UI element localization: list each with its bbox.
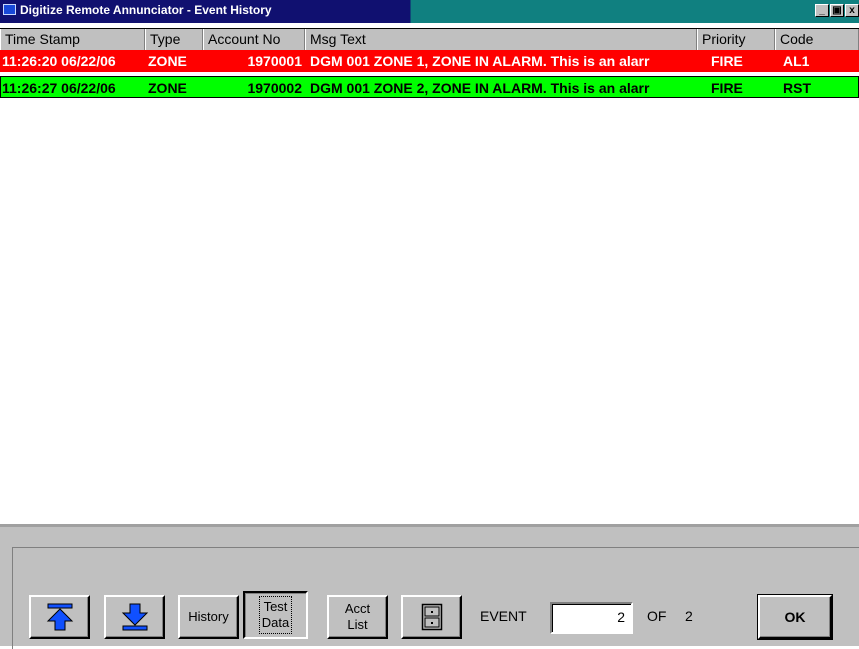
cell-priority: FIRE [711,80,743,96]
cell-priority: FIRE [711,53,743,69]
cell-time-stamp: 11:26:20 06/22/06 [2,53,116,69]
event-number-field[interactable]: 2 [550,602,633,634]
acct-list-button[interactable]: Acct List [327,595,388,639]
column-header-priority[interactable]: Priority [697,29,775,50]
cell-type: ZONE [148,80,187,96]
ok-button-label: OK [784,609,806,625]
close-button[interactable]: x [845,4,859,17]
column-header-type[interactable]: Type [145,29,203,50]
table-header: Time Stamp Type Account No Msg Text Prio… [0,28,859,51]
table-row[interactable]: 11:26:20 06/22/06 ZONE 1970001 DGM 001 Z… [0,50,859,72]
column-header-time-stamp[interactable]: Time Stamp [0,29,145,50]
cell-code: AL1 [783,53,810,69]
test-data-button-label: Test Data [258,596,293,634]
cell-account-no: 1970001 [247,53,302,69]
event-label: EVENT [480,608,527,624]
event-list[interactable]: 11:26:20 06/22/06 ZONE 1970001 DGM 001 Z… [0,50,859,524]
test-data-button[interactable]: Test Data [243,591,308,639]
cell-type: ZONE [148,53,187,69]
cell-msg-text: DGM 001 ZONE 2, ZONE IN ALARM. This is a… [310,80,650,96]
window-title: Digitize Remote Annunciator - Event Hist… [20,3,272,17]
cell-time-stamp: 11:26:27 06/22/06 [2,80,116,96]
column-header-code[interactable]: Code [775,29,859,50]
ok-button[interactable]: OK [757,594,833,640]
last-event-button[interactable] [104,595,165,639]
cabinet-button[interactable] [401,595,462,639]
table-row[interactable]: 11:26:27 06/22/06 ZONE 1970002 DGM 001 Z… [0,76,859,98]
history-button-label: History [188,609,229,624]
cell-account-no: 1970002 [247,80,302,96]
title-bar: Digitize Remote Annunciator - Event Hist… [0,0,859,23]
cell-msg-text: DGM 001 ZONE 1, ZONE IN ALARM. This is a… [310,53,650,69]
history-button[interactable]: History [178,595,239,639]
app-icon[interactable] [3,4,16,15]
maximize-button[interactable]: ▣ [830,4,844,17]
of-label: OF [647,608,667,624]
column-header-account-no[interactable]: Account No [203,29,305,50]
first-event-button[interactable] [29,595,90,639]
arrow-to-bottom-icon [121,603,148,631]
file-cabinet-icon [421,603,442,631]
cell-code: RST [783,80,811,96]
minimize-button[interactable]: _ [815,4,829,17]
arrow-to-top-icon [46,603,73,631]
event-total: 2 [685,608,693,624]
column-header-msg-text[interactable]: Msg Text [305,29,697,50]
acct-list-button-label: Acct List [344,601,371,632]
